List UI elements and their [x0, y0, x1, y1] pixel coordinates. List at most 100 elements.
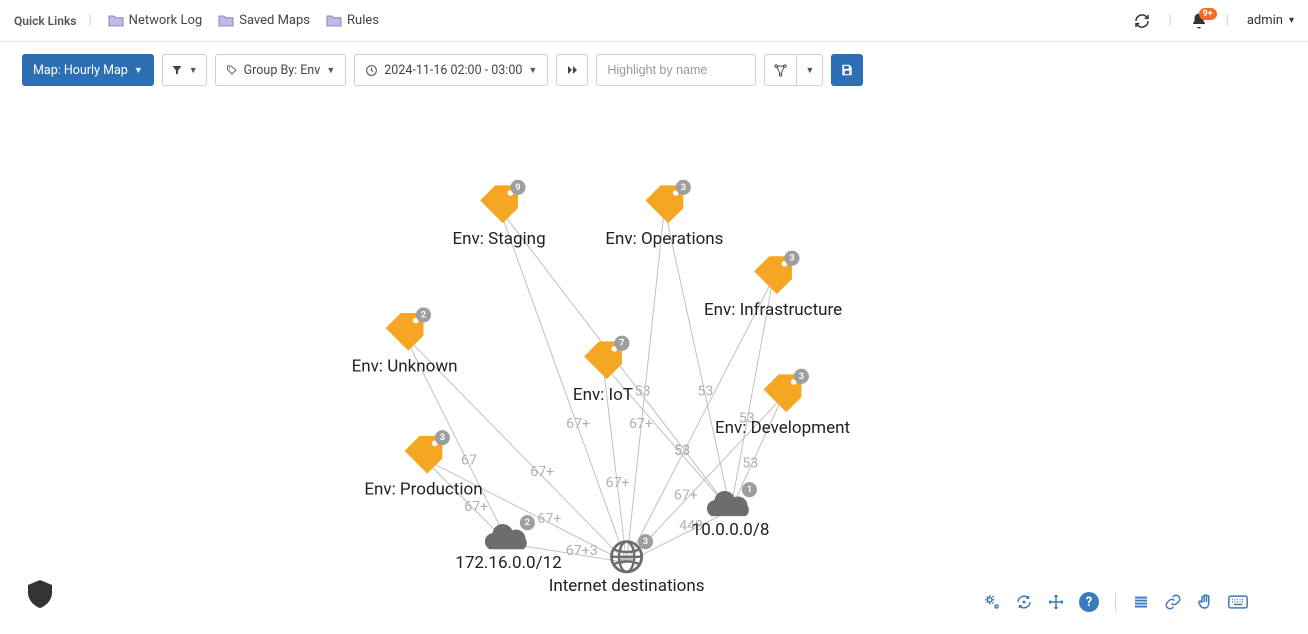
node-count-value: 7: [619, 338, 624, 349]
node-label: 10.0.0.0/8: [692, 520, 770, 540]
folder-icon: [108, 14, 124, 27]
top-bar-left: Quick Links | Network Log Saved Maps Rul…: [14, 13, 383, 28]
groupby-label: Group By: Env: [244, 63, 321, 78]
groupby-button[interactable]: Group By: Env ▼: [215, 54, 347, 86]
folder-icon: [326, 14, 342, 27]
nav-label: Saved Maps: [239, 13, 310, 28]
user-menu[interactable]: admin ▾: [1247, 13, 1294, 28]
keyboard-icon: [1228, 594, 1248, 610]
map-node-operations[interactable]: 3 Env: Operations: [605, 180, 723, 249]
nav-saved-maps[interactable]: Saved Maps: [218, 13, 310, 28]
node-count-value: 9: [515, 182, 520, 193]
settings-button[interactable]: [983, 593, 1001, 611]
save-icon: [840, 63, 854, 77]
edge-label: 67+: [537, 511, 561, 527]
bottom-toolbar: ?: [983, 592, 1248, 612]
map-node-staging[interactable]: 9 Env: Staging: [452, 180, 545, 249]
node-label: Env: Infrastructure: [704, 300, 842, 320]
separator: |: [1164, 13, 1175, 28]
cloud-icon: [707, 491, 749, 516]
node-count-value: 2: [525, 517, 531, 528]
edge-label: 67+: [629, 416, 653, 432]
node-label: Env: Production: [364, 479, 482, 499]
edge-label: 53: [742, 455, 758, 471]
tag-outline-icon: [226, 64, 238, 76]
nav-label: Rules: [347, 13, 379, 28]
clock-icon: [365, 64, 378, 77]
refresh-icon: [1134, 13, 1150, 29]
nav-network-log[interactable]: Network Log: [108, 13, 203, 28]
move-button[interactable]: [1047, 593, 1065, 611]
gears-icon: [983, 593, 1001, 611]
node-count-value: 1: [747, 484, 752, 495]
map-selector-button[interactable]: Map: Hourly Map ▼: [22, 54, 154, 86]
edge-label: 53: [697, 384, 713, 400]
move-icon: [1047, 593, 1065, 611]
help-button[interactable]: ?: [1079, 592, 1099, 612]
refresh-button[interactable]: [1134, 13, 1150, 29]
edge-label: 67+3: [566, 543, 598, 559]
shield-button[interactable]: [28, 580, 52, 612]
separator: |: [1222, 13, 1233, 28]
highlight-input-wrapper: [596, 54, 756, 86]
node-label: Env: Operations: [605, 229, 723, 249]
node-count-value: 3: [789, 253, 794, 264]
node-label: Env: Unknown: [352, 357, 458, 377]
chevron-down-icon: ▾: [1289, 15, 1294, 26]
orbit-icon: [1015, 593, 1033, 611]
filter-icon: [171, 64, 183, 76]
node-count-value: 3: [681, 182, 686, 193]
timerange-label: 2024-11-16 02:00 - 03:00: [384, 63, 522, 78]
timerange-button[interactable]: 2024-11-16 02:00 - 03:00 ▼: [354, 54, 548, 86]
node-count-value: 3: [799, 371, 804, 382]
help-icon: ?: [1079, 592, 1099, 612]
separator: [1115, 593, 1116, 611]
nav-rules[interactable]: Rules: [326, 13, 379, 28]
map-node-cidr10[interactable]: 1 10.0.0.0/8: [692, 482, 770, 540]
map-node-infrastructure[interactable]: 3 Env: Infrastructure: [704, 251, 842, 320]
save-button[interactable]: [831, 54, 863, 86]
top-bar: Quick Links | Network Log Saved Maps Rul…: [0, 0, 1308, 42]
shield-icon: [28, 580, 52, 608]
node-count-value: 3: [440, 432, 445, 443]
cloud-icon: [485, 524, 527, 549]
chevron-down-icon: ▼: [805, 65, 814, 76]
map-node-development[interactable]: 3Env: Development: [715, 369, 850, 438]
refresh-layout-button[interactable]: [1015, 593, 1033, 611]
edge-label: 67+: [674, 488, 698, 504]
highlight-input[interactable]: [607, 63, 768, 77]
layout-button[interactable]: [764, 54, 797, 86]
link-icon: [1164, 593, 1182, 611]
chevron-down-icon: ▼: [134, 65, 143, 76]
skip-forward-icon: [565, 64, 579, 76]
node-count-value: 2: [421, 309, 427, 320]
layout-dropdown-button[interactable]: ▼: [796, 54, 823, 86]
node-count-value: 3: [643, 536, 648, 547]
layout-icon: [773, 63, 788, 78]
link-button[interactable]: [1164, 593, 1182, 611]
chevron-down-icon: ▼: [528, 65, 537, 76]
nav-label: Network Log: [129, 13, 203, 28]
map-edge[interactable]: [664, 208, 730, 510]
keyboard-button[interactable]: [1228, 594, 1248, 610]
edge-label: 67+: [566, 416, 590, 432]
list-icon: [1132, 593, 1150, 611]
map-node-iot[interactable]: 7Env: IoT: [573, 336, 633, 405]
quick-links-label: Quick Links: [14, 14, 76, 28]
map-node-unknown[interactable]: 2 Env: Unknown: [352, 307, 458, 376]
toolbar: Map: Hourly Map ▼ ▼ Group By: Env ▼ 2024…: [22, 54, 863, 86]
edge-label: 67+: [530, 464, 554, 480]
separator: |: [84, 13, 95, 28]
node-label: 172.16.0.0/12: [455, 553, 561, 573]
pan-button[interactable]: [1196, 593, 1214, 611]
filter-button[interactable]: ▼: [162, 54, 207, 86]
node-label: Internet destinations: [549, 576, 705, 596]
list-view-button[interactable]: [1132, 593, 1150, 611]
notifications-button[interactable]: 9+: [1190, 12, 1208, 30]
network-map-canvas[interactable]: 67+5367+5353536767+67+5367+5367+67+67+34…: [0, 90, 1308, 604]
node-label: Env: Staging: [452, 229, 545, 249]
top-bar-right: | 9+ | admin ▾: [1134, 12, 1294, 30]
notification-count-badge: 9+: [1199, 8, 1217, 20]
hand-icon: [1196, 593, 1214, 611]
jump-latest-button[interactable]: [556, 54, 588, 86]
